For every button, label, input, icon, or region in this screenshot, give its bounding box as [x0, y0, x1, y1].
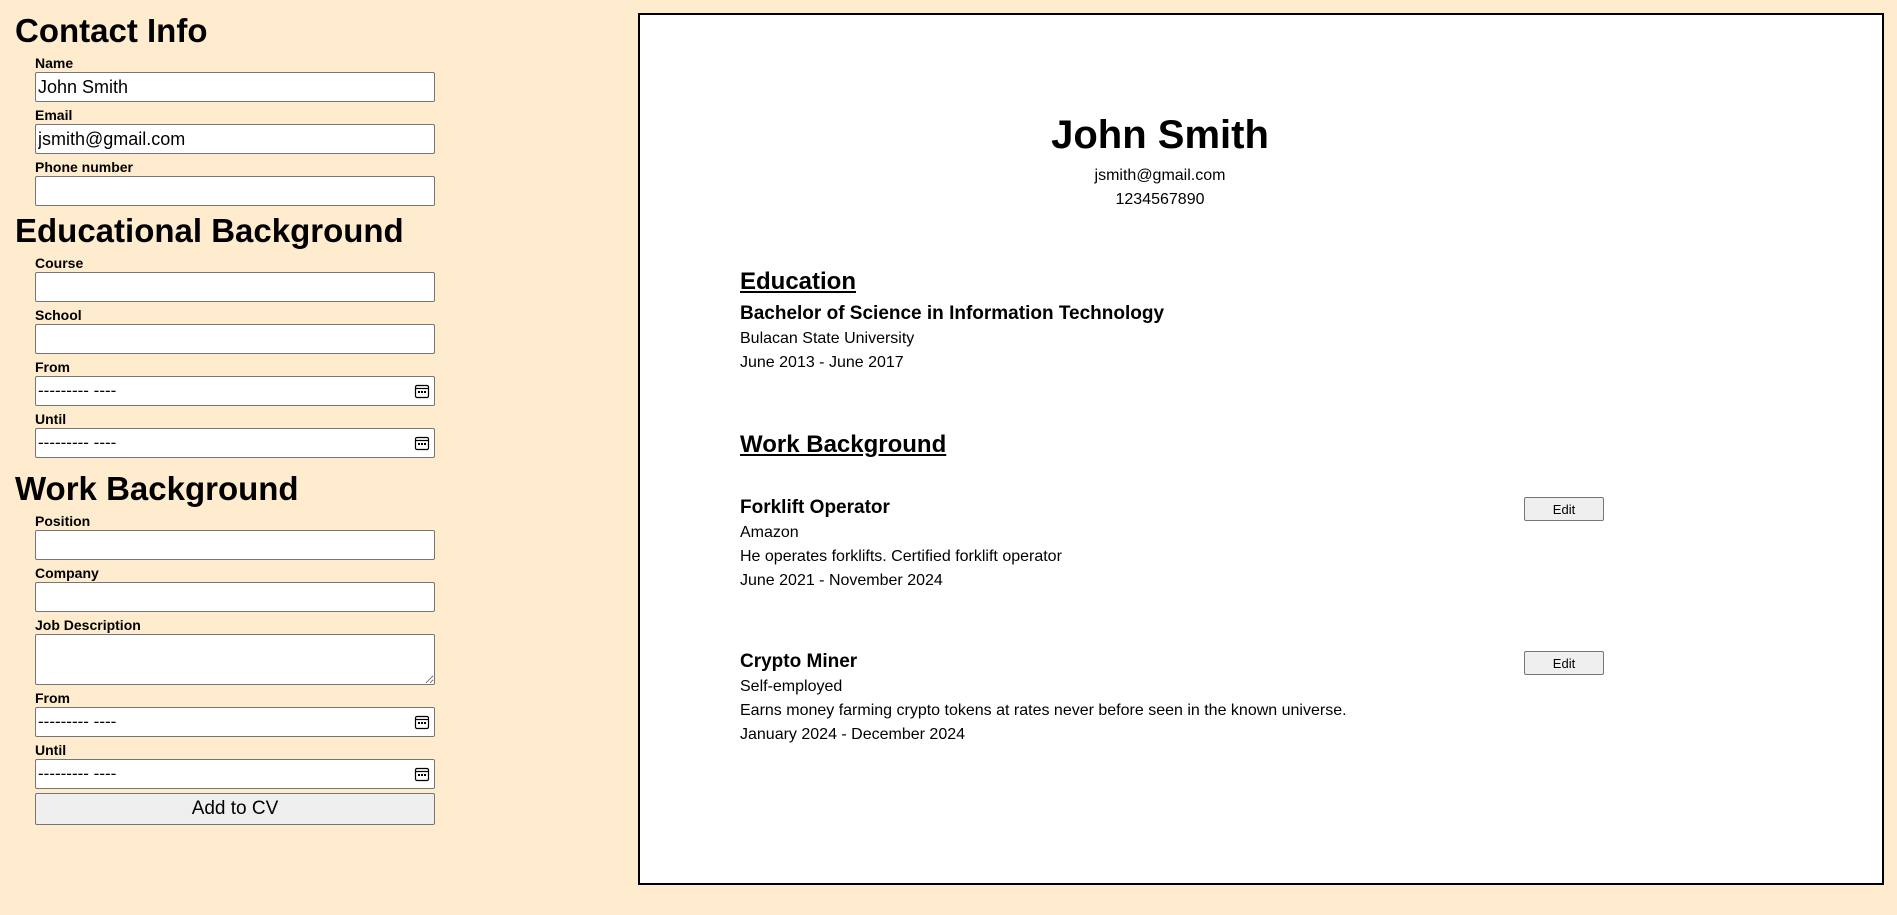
- calendar-icon[interactable]: [414, 435, 430, 451]
- company-field-group: Company: [35, 565, 455, 612]
- cv-form: Contact Info Name Email Phone number Edu…: [15, 12, 455, 825]
- school-field-group: School: [35, 307, 455, 354]
- school-input[interactable]: [35, 324, 435, 354]
- company-label: Company: [35, 565, 99, 581]
- course-field-group: Course: [35, 255, 455, 302]
- cv-name: John Smith: [1051, 113, 1269, 157]
- cv-job-description: Earns money farming crypto tokens at rat…: [740, 702, 1347, 719]
- education-until-placeholder: --------- ----: [38, 433, 117, 452]
- work-from-field-group: From --------- ----: [35, 690, 455, 737]
- edit-job-button[interactable]: Edit: [1524, 497, 1604, 521]
- cv-job-description: He operates forklifts. Certified forklif…: [740, 548, 1062, 565]
- work-until-field-group: Until --------- ----: [35, 742, 455, 789]
- phone-input[interactable]: [35, 176, 435, 206]
- name-field-group: Name: [35, 55, 455, 102]
- email-input[interactable]: [35, 124, 435, 154]
- school-label: School: [35, 307, 82, 323]
- work-until-placeholder: --------- ----: [38, 764, 117, 783]
- cv-education-course: Bachelor of Science in Information Techn…: [740, 303, 1165, 324]
- work-from-input[interactable]: --------- ----: [35, 707, 435, 737]
- work-from-label: From: [35, 690, 70, 706]
- course-label: Course: [35, 255, 84, 271]
- email-field-group: Email: [35, 107, 455, 154]
- education-from-label: From: [35, 359, 70, 375]
- company-input[interactable]: [35, 582, 435, 612]
- job-description-textarea[interactable]: [35, 634, 435, 685]
- education-from-placeholder: --------- ----: [38, 381, 117, 400]
- job-description-field-group: Job Description: [35, 617, 455, 685]
- cv-education-dates: June 2013 - June 2017: [740, 354, 904, 371]
- name-label: Name: [35, 55, 74, 71]
- work-until-input[interactable]: --------- ----: [35, 759, 435, 789]
- cv-education-school: Bulacan State University: [740, 330, 915, 347]
- position-input[interactable]: [35, 530, 435, 560]
- cv-job-company: Self-employed: [740, 678, 843, 695]
- education-form-heading: Educational Background: [15, 212, 404, 249]
- email-label: Email: [35, 107, 73, 123]
- position-label: Position: [35, 513, 91, 529]
- add-to-cv-button[interactable]: Add to CV: [35, 793, 435, 825]
- education-until-field-group: Until --------- ----: [35, 411, 455, 458]
- cv-preview: John Smith jsmith@gmail.com 1234567890 E…: [638, 13, 1884, 885]
- work-until-label: Until: [35, 742, 67, 758]
- cv-job-company: Amazon: [740, 524, 799, 541]
- position-field-group: Position: [35, 513, 455, 560]
- education-from-input[interactable]: --------- ----: [35, 376, 435, 406]
- name-input[interactable]: [35, 72, 435, 102]
- job-description-label: Job Description: [35, 617, 141, 633]
- cv-job-dates: June 2021 - November 2024: [740, 572, 943, 589]
- cv-job-position: Crypto Miner: [740, 651, 858, 672]
- calendar-icon[interactable]: [414, 766, 430, 782]
- calendar-icon[interactable]: [414, 383, 430, 399]
- cv-email: jsmith@gmail.com: [1094, 167, 1226, 184]
- cv-job-position: Forklift Operator: [740, 497, 890, 518]
- course-input[interactable]: [35, 272, 435, 302]
- work-from-placeholder: --------- ----: [38, 712, 117, 731]
- phone-label: Phone number: [35, 159, 134, 175]
- cv-phone: 1234567890: [1115, 191, 1205, 208]
- cv-work-heading: Work Background: [740, 431, 947, 458]
- education-from-field-group: From --------- ----: [35, 359, 455, 406]
- contact-info-heading: Contact Info: [15, 12, 208, 49]
- edit-job-button[interactable]: Edit: [1524, 651, 1604, 675]
- calendar-icon[interactable]: [414, 714, 430, 730]
- work-form-heading: Work Background: [15, 470, 299, 507]
- education-until-input[interactable]: --------- ----: [35, 428, 435, 458]
- cv-job-dates: January 2024 - December 2024: [740, 726, 966, 743]
- education-until-label: Until: [35, 411, 67, 427]
- phone-field-group: Phone number: [35, 159, 455, 206]
- cv-education-heading: Education: [740, 268, 857, 295]
